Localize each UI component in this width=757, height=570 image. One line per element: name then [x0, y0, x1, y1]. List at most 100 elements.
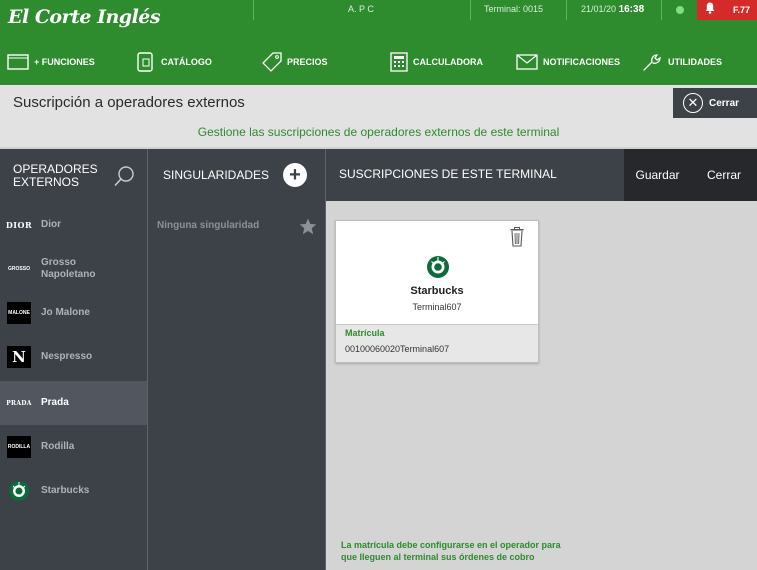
envelope-icon [516, 54, 538, 70]
operator-item-rodilla[interactable]: RODILLA Rodilla [0, 425, 147, 469]
save-button[interactable]: Guardar [624, 149, 691, 201]
card-title: Starbucks [410, 285, 464, 297]
wrench-icon [643, 54, 661, 71]
prada-logo: PRADA [6, 392, 32, 414]
operator-item-jo-malone[interactable]: MALONE Jo Malone [0, 291, 147, 335]
operator-item-grosso-napoletano[interactable]: GROSSO Grosso Napoletano [0, 247, 147, 291]
function-bar: + FUNCIONES CATÁLOGO PRECIOS CALCULADORA… [0, 37, 757, 85]
operator-item-starbucks[interactable]: Starbucks [0, 469, 147, 513]
column-divider [325, 149, 326, 570]
page-title: Suscripción a operadores externos [13, 94, 245, 111]
time-label: 16:38 [618, 4, 645, 15]
operator-name-line1: Grosso [41, 257, 77, 268]
utilities-button[interactable]: UTILIDADES [641, 50, 722, 74]
license-note-line1: La matrícula debe configurarse en el ope… [341, 540, 561, 550]
jo-malone-logo-text: MALONE [8, 310, 30, 316]
utilities-label: UTILIDADES [668, 57, 722, 67]
calculator-label: CALCULADORA [413, 57, 483, 67]
operator-item-prada[interactable]: PRADA Prada [0, 381, 147, 425]
functions-label: + FUNCIONES [34, 57, 95, 67]
prices-label: PRECIOS [287, 57, 328, 67]
card-terminal: Terminal607 [412, 302, 462, 312]
operator-name-line2: Napoletano [41, 269, 96, 280]
operators-header: OPERADORES EXTERNOS [0, 149, 147, 201]
connection-status-icon [676, 6, 684, 14]
user-label: A. P C [348, 4, 374, 14]
operator-name: Grosso Napoletano [41, 257, 95, 281]
operator-name: Nespresso [41, 351, 93, 362]
subscriptions-header: SUSCRIPCIONES DE ESTE TERMINAL [326, 149, 624, 201]
divider [470, 0, 471, 20]
operator-name: Dior [41, 219, 61, 230]
notifications-button[interactable]: NOTIFICACIONES [516, 50, 620, 74]
starbucks-logo [7, 480, 31, 502]
alert-label: F.77 [733, 5, 751, 15]
starbucks-logo-icon [427, 256, 449, 278]
catalog-icon [137, 52, 153, 72]
close-icon: ✕ [683, 93, 703, 113]
operator-name: Starbucks [41, 485, 90, 496]
divider [661, 0, 662, 20]
operators-title: OPERADORES EXTERNOS [13, 163, 98, 189]
operators-list: DIOR Dior GROSSO Grosso Napoletano MALON… [0, 201, 147, 570]
column-divider [147, 149, 148, 570]
license-note-line2: que lleguen al terminal sus órdenes de c… [341, 552, 535, 562]
starbucks-logo-icon [9, 481, 29, 501]
card-footer: Matrícula 00100060020Terminal607 [336, 324, 538, 362]
catalog-label: CATÁLOGO [161, 57, 212, 67]
calculator-button[interactable]: CALCULADORA [390, 50, 483, 74]
title-bar: Suscripción a operadores externos [0, 85, 757, 120]
notifications-label: NOTIFICACIONES [543, 57, 621, 67]
subtitle-bar: Gestione las suscripciones de operadores… [0, 120, 757, 147]
jo-malone-logo: MALONE [7, 302, 31, 324]
operators-title-line2: EXTERNOS [13, 175, 80, 189]
add-singularity-button[interactable]: + [283, 163, 307, 187]
subscriptions-title: SUSCRIPCIONES DE ESTE TERMINAL [339, 167, 557, 181]
date-label: 21/01/20 [581, 4, 617, 14]
datetime-label: 21/01/20 16:38 [581, 4, 644, 15]
calculator-icon [390, 52, 408, 72]
prada-logo-text: PRADA [6, 399, 32, 407]
price-tag-icon [262, 52, 282, 72]
window-icon [7, 54, 29, 70]
plus-icon: + [289, 164, 301, 186]
license-note: La matrícula debe configurarse en el ope… [341, 539, 631, 563]
nespresso-logo-text: N [12, 348, 26, 366]
rodilla-logo: RODILLA [7, 436, 31, 458]
rodilla-logo-text: RODILLA [7, 444, 31, 450]
singularities-title: SINGULARIDADES [163, 168, 270, 182]
close-page-label: Cerrar [709, 97, 740, 109]
operator-name: Rodilla [41, 441, 75, 452]
grosso-logo: GROSSO [7, 258, 31, 280]
functions-menu-button[interactable]: + FUNCIONES [7, 50, 95, 74]
page-subtitle: Gestione las suscripciones de operadores… [197, 125, 560, 139]
nespresso-logo: N [7, 346, 31, 368]
search-icon[interactable] [114, 165, 136, 187]
divider [253, 0, 254, 20]
bell-icon [705, 2, 715, 14]
singularities-list: Ninguna singularidad [148, 201, 325, 570]
star-icon[interactable] [299, 218, 317, 235]
operator-item-nespresso[interactable]: N Nespresso [0, 335, 147, 379]
close-page-button[interactable]: ✕ Cerrar [673, 88, 757, 118]
close-button[interactable]: Cerrar [691, 149, 757, 201]
operator-item-dior[interactable]: DIOR Dior [0, 203, 147, 247]
brand-logo: El Corte Inglés [8, 6, 161, 28]
divider [566, 0, 567, 20]
operator-name: Jo Malone [41, 307, 90, 318]
trash-icon[interactable] [510, 227, 524, 247]
subscription-card[interactable]: Starbucks Terminal607 Matrícula 00100060… [335, 220, 539, 363]
grosso-logo-text: GROSSO [8, 266, 30, 272]
alert-button[interactable]: F.77 [697, 0, 757, 20]
terminal-label: Terminal: 0015 [484, 4, 544, 14]
catalog-button[interactable]: CATÁLOGO [136, 50, 212, 74]
singularities-header: SINGULARIDADES + [148, 149, 325, 201]
prices-button[interactable]: PRECIOS [262, 50, 328, 74]
operator-name: Prada [41, 397, 69, 408]
top-bar: El Corte Inglés A. P C Terminal: 0015 21… [0, 0, 757, 37]
no-singularity-text: Ninguna singularidad [157, 220, 260, 231]
dior-logo: DIOR [5, 214, 33, 236]
dior-logo-text: DIOR [5, 220, 33, 230]
license-label: Matrícula [345, 328, 385, 338]
license-value: 00100060020Terminal607 [345, 344, 450, 354]
